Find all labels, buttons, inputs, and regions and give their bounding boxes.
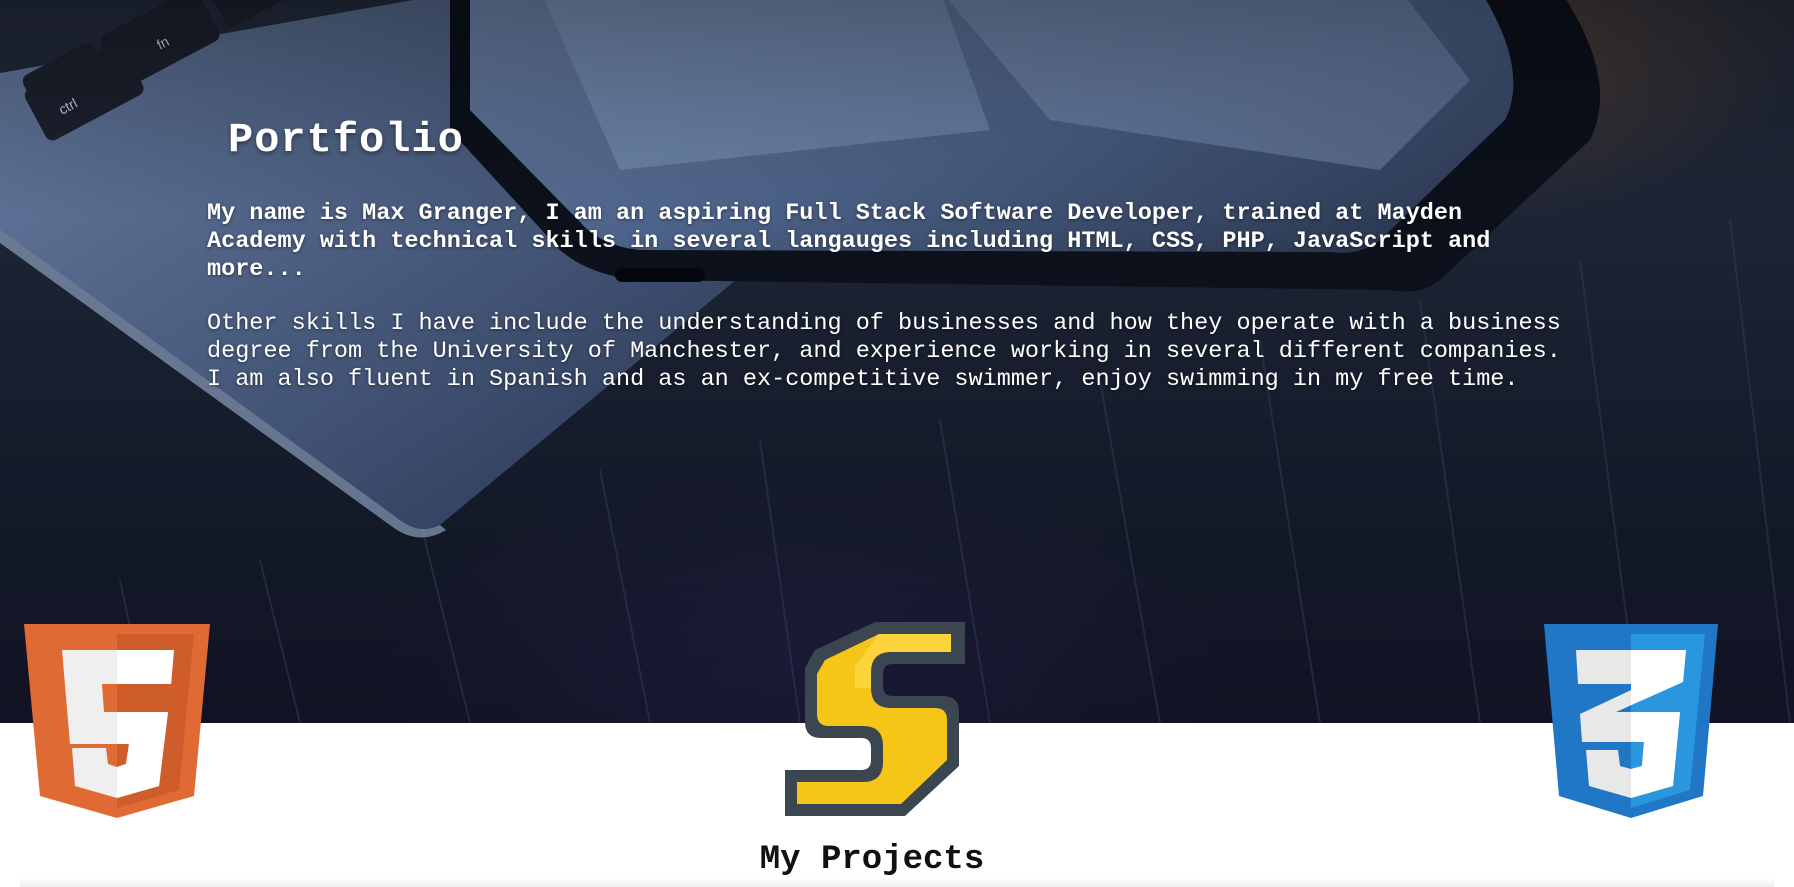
about-paragraph: Other skills I have include the understa… <box>207 310 1561 393</box>
page-title: Portfolio <box>228 116 464 164</box>
sass-logo-icon <box>775 620 975 824</box>
portfolio-page: ctrl fn Portfolio My name is Max Granger… <box>0 0 1794 887</box>
intro-paragraph: My name is Max Granger, I am an aspiring… <box>207 200 1491 283</box>
projects-heading: My Projects <box>759 841 985 879</box>
hero-section: ctrl fn Portfolio My name is Max Granger… <box>0 0 1794 723</box>
css3-logo-icon <box>1540 620 1722 824</box>
projects-section-edge <box>20 878 1774 887</box>
html5-logo-icon <box>18 620 216 824</box>
